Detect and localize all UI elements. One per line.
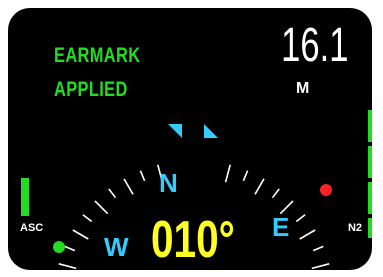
asc-gauge-segment [21, 178, 29, 216]
compass-tick [82, 214, 93, 223]
n2-gauge-segment [368, 182, 372, 214]
n2-gauge-segment [368, 146, 372, 178]
compass-tick [271, 188, 280, 199]
compass-tick [311, 263, 330, 270]
compass-tick [242, 170, 249, 182]
bearing-marker-west [53, 241, 65, 253]
n2-gauge-label: N2 [347, 222, 362, 234]
lubber-line-right-icon [204, 124, 218, 138]
heading-readout: 010° [151, 211, 235, 269]
compass-label-east: E [272, 212, 290, 242]
n2-gauge-segment [368, 110, 372, 142]
compass-tick [224, 164, 231, 183]
display-screen: EARMARK APPLIED 16.1 M N W E 010° ASC N2 [8, 8, 372, 270]
compass-tick [64, 245, 76, 252]
compass-tick [254, 178, 265, 195]
compass-tick [312, 245, 324, 252]
dive-computer: EARMARK APPLIED 16.1 M N W E 010° ASC N2 [0, 0, 383, 277]
bearing-marker-east [320, 184, 332, 196]
compass-tick [295, 214, 306, 223]
n2-gauge-segment [368, 218, 372, 238]
lubber-line-left-icon [168, 124, 182, 138]
asc-gauge-label: ASC [20, 222, 44, 234]
compass-tick [108, 188, 117, 199]
compass-tick [139, 170, 146, 182]
compass-tick [299, 229, 316, 240]
compass-label-west: W [104, 232, 129, 262]
compass-tick [94, 200, 109, 215]
compass-tick [72, 229, 89, 240]
compass-tick [58, 263, 77, 270]
compass-tick [123, 178, 134, 195]
compass-label-north: N [159, 168, 178, 198]
